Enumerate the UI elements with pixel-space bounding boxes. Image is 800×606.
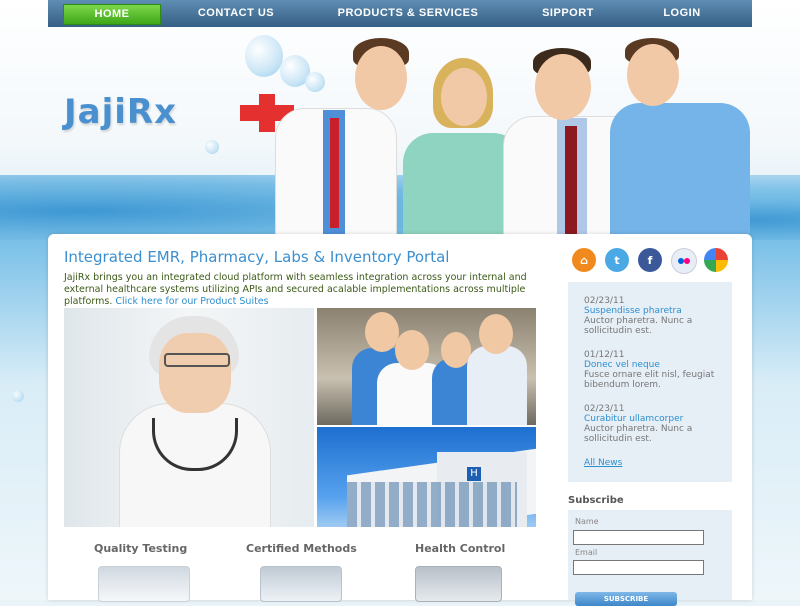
google-icon[interactable] xyxy=(704,248,728,272)
news-body: Fusce ornare elit nisl, feugiat bibendum… xyxy=(584,370,715,390)
news-body: Auctor pharetra. Nunc a sollicitudin est… xyxy=(584,316,693,336)
subscribe-button[interactable]: SUBSCRIBE xyxy=(575,592,677,606)
feature-quality-testing: Quality Testing xyxy=(94,542,188,555)
subscribe-heading: Subscribe xyxy=(568,495,624,506)
nav-contact-us[interactable]: CONTACT US xyxy=(188,0,284,27)
name-label: Name xyxy=(575,517,599,526)
bubble-decoration xyxy=(205,140,219,154)
twitter-icon[interactable]: t xyxy=(605,248,629,272)
email-label: Email xyxy=(575,548,598,557)
feature-certified-methods: Certified Methods xyxy=(246,542,357,555)
all-news-link[interactable]: All News xyxy=(584,458,622,468)
bubble-decoration xyxy=(12,390,24,402)
top-navigation: HOME CONTACT US PRODUCTS & SERVICES SIPP… xyxy=(48,0,752,27)
facebook-icon[interactable]: f xyxy=(638,248,662,272)
news-item: 02/23/11 Suspendisse pharetra Auctor pha… xyxy=(584,296,724,336)
feature-health-control: Health Control xyxy=(415,542,506,555)
news-item: 02/23/11 Curabitur ullamcorper Auctor ph… xyxy=(584,404,724,444)
medical-team-photo xyxy=(317,308,536,425)
intro-paragraph: JajiRx brings you an integrated cloud pl… xyxy=(64,272,534,308)
nav-home[interactable]: HOME xyxy=(63,4,161,25)
news-date: 02/23/11 xyxy=(584,404,625,414)
news-title-link[interactable]: Suspendisse pharetra xyxy=(584,306,724,316)
side-water-left xyxy=(0,240,50,600)
rss-icon[interactable]: ⌂ xyxy=(572,248,596,272)
nav-support[interactable]: SIPPORT xyxy=(528,0,608,27)
news-date: 02/23/11 xyxy=(584,296,625,306)
side-water-right xyxy=(750,240,800,600)
nav-products-services[interactable]: PRODUCTS & SERVICES xyxy=(328,0,488,27)
nav-login[interactable]: LOGIN xyxy=(648,0,716,27)
name-field[interactable] xyxy=(573,530,704,545)
hospital-building-photo: H xyxy=(317,427,536,527)
product-suites-link[interactable]: Click here for our Product Suites xyxy=(115,296,268,307)
news-title-link[interactable]: Curabitur ullamcorper xyxy=(584,414,724,424)
medical-panel-image xyxy=(260,566,342,602)
page-title: Integrated EMR, Pharmacy, Labs & Invento… xyxy=(64,248,450,266)
lab-equipment-image xyxy=(98,566,190,602)
news-body: Auctor pharetra. Nunc a sollicitudin est… xyxy=(584,424,693,444)
header-doctors-photo xyxy=(275,38,750,240)
monitor-device-image xyxy=(415,566,502,602)
news-title-link[interactable]: Donec vel neque xyxy=(584,360,724,370)
news-date: 01/12/11 xyxy=(584,350,625,360)
senior-doctor-photo xyxy=(64,308,314,527)
flickr-icon[interactable] xyxy=(671,248,697,274)
news-item: 01/12/11 Donec vel neque Fusce ornare el… xyxy=(584,350,724,390)
site-logo[interactable]: JajiRx xyxy=(64,92,177,132)
email-field[interactable] xyxy=(573,560,704,575)
